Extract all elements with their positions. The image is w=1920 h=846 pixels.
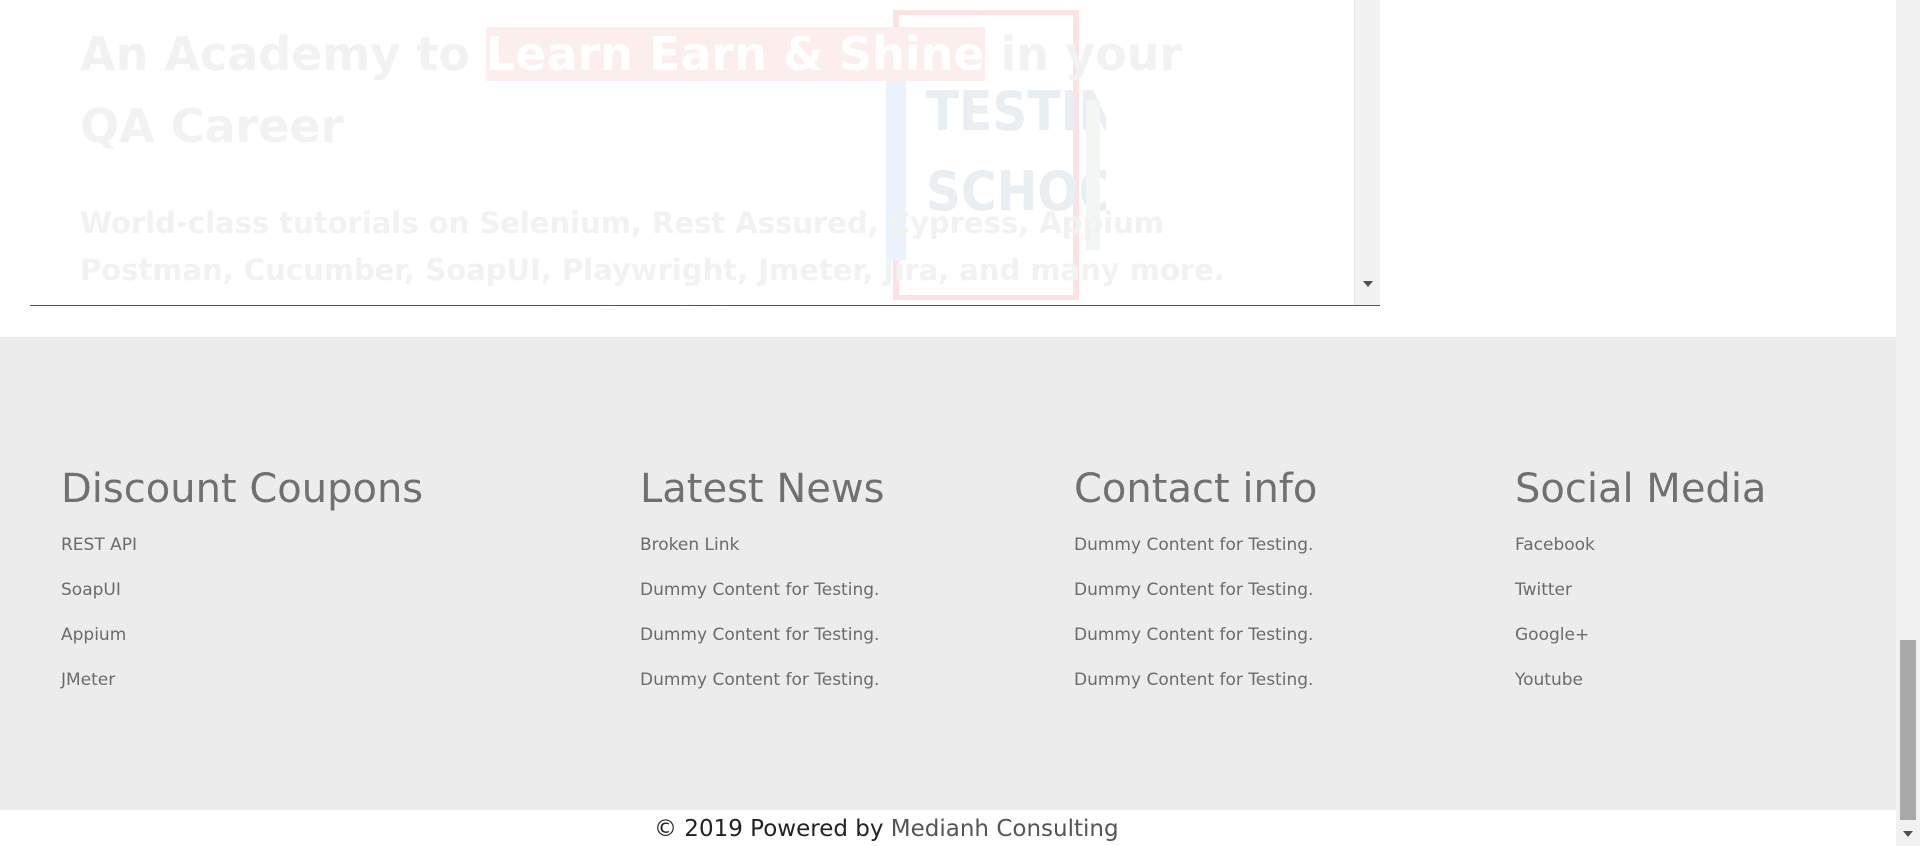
footer-link-rest-api[interactable]: REST API: [61, 535, 423, 555]
footer-link-appium[interactable]: Appium: [61, 625, 423, 645]
copyright-bar: © 2019 Powered by Medianh Consulting: [0, 810, 1896, 846]
page-scrollbar-thumb[interactable]: [1900, 640, 1916, 820]
contact-info-section: Contact info Dummy Content for Testing. …: [1074, 465, 1317, 715]
footer-link-news-3[interactable]: Dummy Content for Testing.: [640, 625, 884, 645]
footer-link-jmeter[interactable]: JMeter: [61, 670, 423, 690]
discount-coupons-heading: Discount Coupons: [61, 466, 424, 512]
footer-link-contact-2[interactable]: Dummy Content for Testing.: [1074, 580, 1317, 600]
contact-info-heading: Contact info: [1074, 466, 1318, 512]
discount-coupons-section: Discount Coupons REST API SoapUI Appium …: [61, 465, 423, 715]
hero-title-start: An Academy to: [80, 27, 486, 81]
mediaanh-consulting-link[interactable]: Medianh Consulting: [891, 816, 1119, 842]
page: TESTING SCHOOL An Academy to Learn Earn …: [0, 0, 1920, 846]
iframe-scrollbar[interactable]: [1354, 0, 1380, 305]
footer-link-contact-3[interactable]: Dummy Content for Testing.: [1074, 625, 1317, 645]
embedded-iframe[interactable]: TESTING SCHOOL An Academy to Learn Earn …: [30, 0, 1380, 306]
social-media-heading: Social Media: [1515, 466, 1767, 512]
chevron-down-icon: [1903, 831, 1913, 837]
latest-news-heading: Latest News: [640, 466, 885, 512]
iframe-content: TESTING SCHOOL An Academy to Learn Earn …: [30, 0, 1350, 305]
hero-description: World-class tutorials on Selenium, Rest …: [80, 206, 1225, 305]
copyright-text: © 2019 Powered by Medianh Consulting: [654, 814, 1119, 844]
footer-link-youtube[interactable]: Youtube: [1515, 670, 1766, 690]
footer: Discount Coupons REST API SoapUI Appium …: [0, 337, 1896, 810]
footer-link-broken-link[interactable]: Broken Link: [640, 535, 884, 555]
iframe-scroll-down-arrow[interactable]: [1355, 277, 1380, 291]
footer-link-news-4[interactable]: Dummy Content for Testing.: [640, 670, 884, 690]
footer-link-contact-4[interactable]: Dummy Content for Testing.: [1074, 670, 1317, 690]
footer-link-soapui[interactable]: SoapUI: [61, 580, 423, 600]
footer-link-google-plus[interactable]: Google+: [1515, 625, 1766, 645]
footer-link-contact-1[interactable]: Dummy Content for Testing.: [1074, 535, 1317, 555]
copyright-prefix: © 2019 Powered by: [654, 816, 891, 842]
hero-title: An Academy to Learn Earn & Shine in your…: [80, 18, 1260, 162]
latest-news-section: Latest News Broken Link Dummy Content fo…: [640, 465, 884, 715]
footer-link-twitter[interactable]: Twitter: [1515, 580, 1766, 600]
footer-link-facebook[interactable]: Facebook: [1515, 535, 1766, 555]
footer-link-news-2[interactable]: Dummy Content for Testing.: [640, 580, 884, 600]
hero-title-highlight: Learn Earn & Shine: [485, 27, 985, 81]
social-media-section: Social Media Facebook Twitter Google+ Yo…: [1515, 465, 1766, 715]
chevron-down-icon: [1362, 281, 1373, 287]
page-scrollbar[interactable]: [1896, 0, 1920, 846]
page-scroll-down-arrow[interactable]: [1896, 828, 1920, 840]
